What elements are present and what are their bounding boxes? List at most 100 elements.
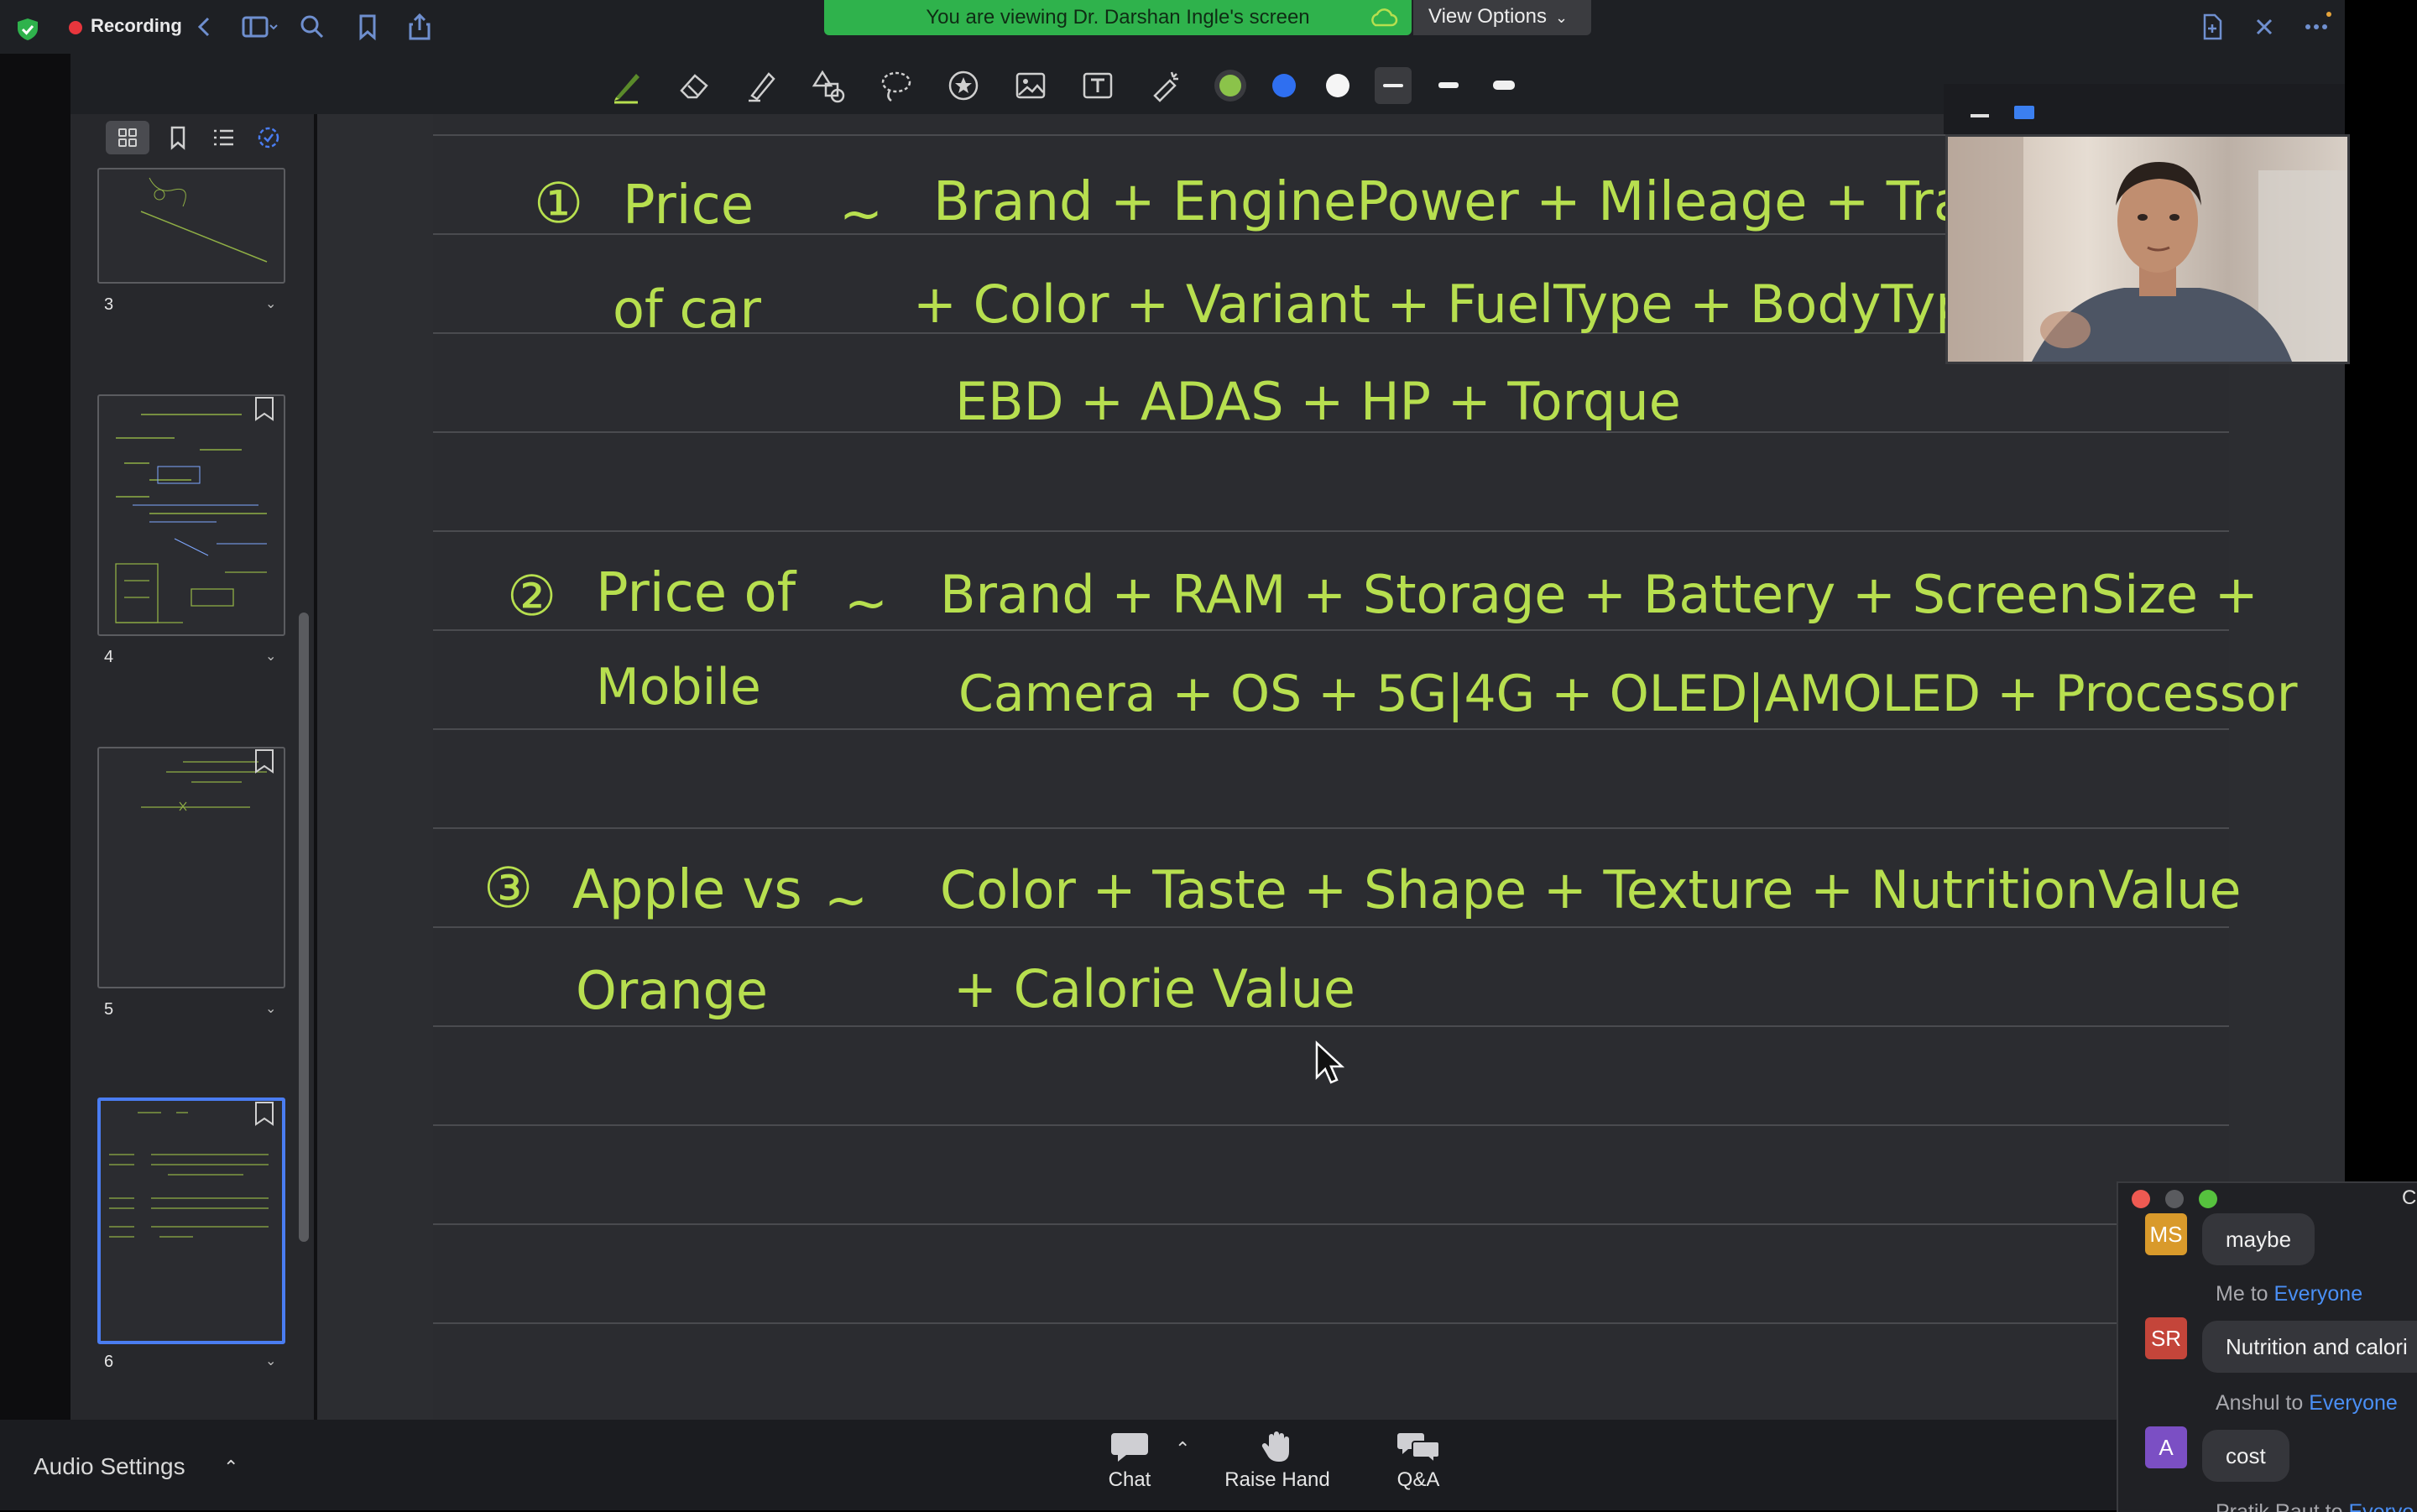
search-icon[interactable] (297, 12, 327, 42)
sync-icon (258, 127, 279, 149)
lasso-tool-icon[interactable] (878, 67, 915, 104)
chat-message[interactable]: maybe (2202, 1213, 2315, 1265)
chevron-down-icon[interactable]: ⌄ (265, 1000, 276, 1017)
bookmarks-tab[interactable] (156, 121, 200, 154)
raise-hand-label: Raise Hand (1224, 1468, 1330, 1491)
chevron-down-icon[interactable]: ⌄ (265, 1353, 276, 1369)
eraser-tool-icon[interactable] (676, 67, 713, 104)
chevron-down-icon[interactable]: ⌄ (265, 295, 276, 312)
stroke-thin-option[interactable] (1375, 67, 1412, 104)
chevron-up-icon[interactable]: ⌃ (1175, 1438, 1190, 1460)
bookmark-icon[interactable] (352, 12, 383, 42)
ruled-line (433, 530, 2229, 532)
view-options-button[interactable]: View Options ⌄ (1413, 0, 1591, 35)
thumbnail-preview (141, 761, 267, 811)
sync-tab[interactable] (247, 121, 290, 154)
stroke-thick-option[interactable] (1485, 67, 1522, 104)
image-tool-icon[interactable] (1012, 67, 1049, 104)
minimize-icon[interactable] (1971, 114, 1989, 117)
raise-hand-icon (1261, 1431, 1289, 1462)
screen-share-banner: You are viewing Dr. Darshan Ingle's scre… (824, 0, 1412, 35)
security-shield-icon[interactable] (15, 17, 40, 42)
avatar: MS (2145, 1213, 2187, 1255)
page-thumbnail-5[interactable] (97, 747, 285, 988)
laser-pointer-tool-icon[interactable] (1146, 67, 1183, 104)
note-number: ① (534, 171, 584, 236)
color-white-swatch[interactable] (1319, 67, 1356, 104)
recording-dot-icon (69, 21, 82, 34)
sender-name: Anshul (2216, 1391, 2280, 1415)
note-text: of car (613, 279, 762, 340)
ruled-line (433, 728, 2229, 730)
view-options-label: View Options (1428, 5, 1547, 28)
page-thumbnail-3[interactable] (97, 168, 285, 284)
text-tool-icon[interactable] (1079, 67, 1116, 104)
thumbnail-preview (115, 414, 267, 623)
raise-hand-button[interactable]: Raise Hand (1214, 1430, 1341, 1492)
ruled-line (433, 926, 2229, 928)
pen-tool-icon[interactable] (609, 67, 646, 104)
bookmark-icon (170, 126, 185, 150)
note-text: Camera + OS + 5G|4G + OLED|AMOLED + Proc… (958, 665, 2298, 723)
back-icon[interactable] (190, 12, 220, 42)
outline-tab[interactable] (201, 121, 245, 154)
chat-message[interactable]: cost (2202, 1430, 2289, 1482)
color-green-swatch[interactable] (1212, 67, 1249, 104)
grid-icon (118, 128, 137, 147)
chevron-down-icon[interactable]: ⌄ (265, 648, 276, 665)
minimize-window-button[interactable] (2165, 1190, 2184, 1208)
audio-settings-button[interactable]: Audio Settings (34, 1453, 185, 1480)
note-number: ② (507, 564, 557, 628)
note-text: Brand + RAM + Storage + Battery + Screen… (940, 564, 2258, 625)
note-text: + Calorie Value (953, 958, 1355, 1019)
bookmark-icon[interactable] (253, 1101, 275, 1126)
note-number: ③ (483, 856, 534, 920)
layout-icon[interactable] (2014, 106, 2034, 119)
note-text: Color + Taste + Shape + Texture + Nutrit… (940, 859, 2242, 920)
note-text: ~ (839, 183, 883, 244)
close-window-button[interactable] (2132, 1190, 2150, 1208)
bookmark-icon[interactable] (253, 396, 275, 421)
chat-message[interactable]: Nutrition and calori (2202, 1321, 2417, 1373)
qa-button[interactable]: Q&A (1386, 1430, 1450, 1492)
thumbnail-preview (109, 1112, 269, 1238)
color-blue-swatch[interactable] (1266, 67, 1302, 104)
grid-view-tab[interactable] (106, 121, 149, 154)
chat-title: C (2402, 1186, 2417, 1209)
note-text: Price of (596, 562, 796, 624)
page-number: 6 (104, 1353, 114, 1371)
sidebar-scrollbar[interactable] (299, 613, 309, 1242)
chevron-up-icon[interactable]: ⌃ (223, 1457, 238, 1478)
cloud-icon (1371, 8, 1398, 27)
more-icon[interactable] (2301, 12, 2331, 42)
page-number: 3 (104, 295, 114, 314)
bookmark-icon[interactable] (253, 748, 275, 774)
favorite-tool-icon[interactable] (945, 67, 982, 104)
note-text: Orange (576, 960, 769, 1021)
speaker-video[interactable] (1945, 134, 2350, 364)
new-page-icon[interactable] (2197, 12, 2227, 42)
qa-icon (1397, 1433, 1440, 1463)
note-text: + Color + Variant + FuelType + BodyType … (913, 274, 2061, 335)
chat-icon (1111, 1433, 1148, 1462)
note-text: Price (623, 175, 754, 237)
chat-recipient-line: Anshul to Everyone (2216, 1391, 2398, 1416)
shapes-tool-icon[interactable] (811, 67, 848, 104)
recipient-name[interactable]: Everyone (2274, 1282, 2363, 1306)
chat-panel: C MS maybe Me to Everyone SR Nutrition a… (2117, 1181, 2417, 1512)
share-icon[interactable] (405, 12, 435, 42)
page-thumbnail-4[interactable] (97, 394, 285, 636)
recipient-name[interactable]: Everyone (2309, 1391, 2398, 1415)
zoom-window-button[interactable] (2199, 1190, 2217, 1208)
to-word: to (2250, 1282, 2268, 1306)
page-number: 5 (104, 1000, 114, 1019)
stroke-medium-option[interactable] (1430, 67, 1467, 104)
page-thumbnail-6[interactable] (97, 1098, 285, 1344)
highlighter-tool-icon[interactable] (744, 67, 780, 104)
close-icon[interactable] (2249, 12, 2279, 42)
sidebar-toggle-icon[interactable] (240, 12, 279, 42)
ruled-line (433, 629, 2229, 631)
chat-button[interactable]: Chat (1099, 1430, 1160, 1492)
ruled-line (433, 1025, 2229, 1027)
recording-label[interactable]: Recording (91, 15, 182, 37)
